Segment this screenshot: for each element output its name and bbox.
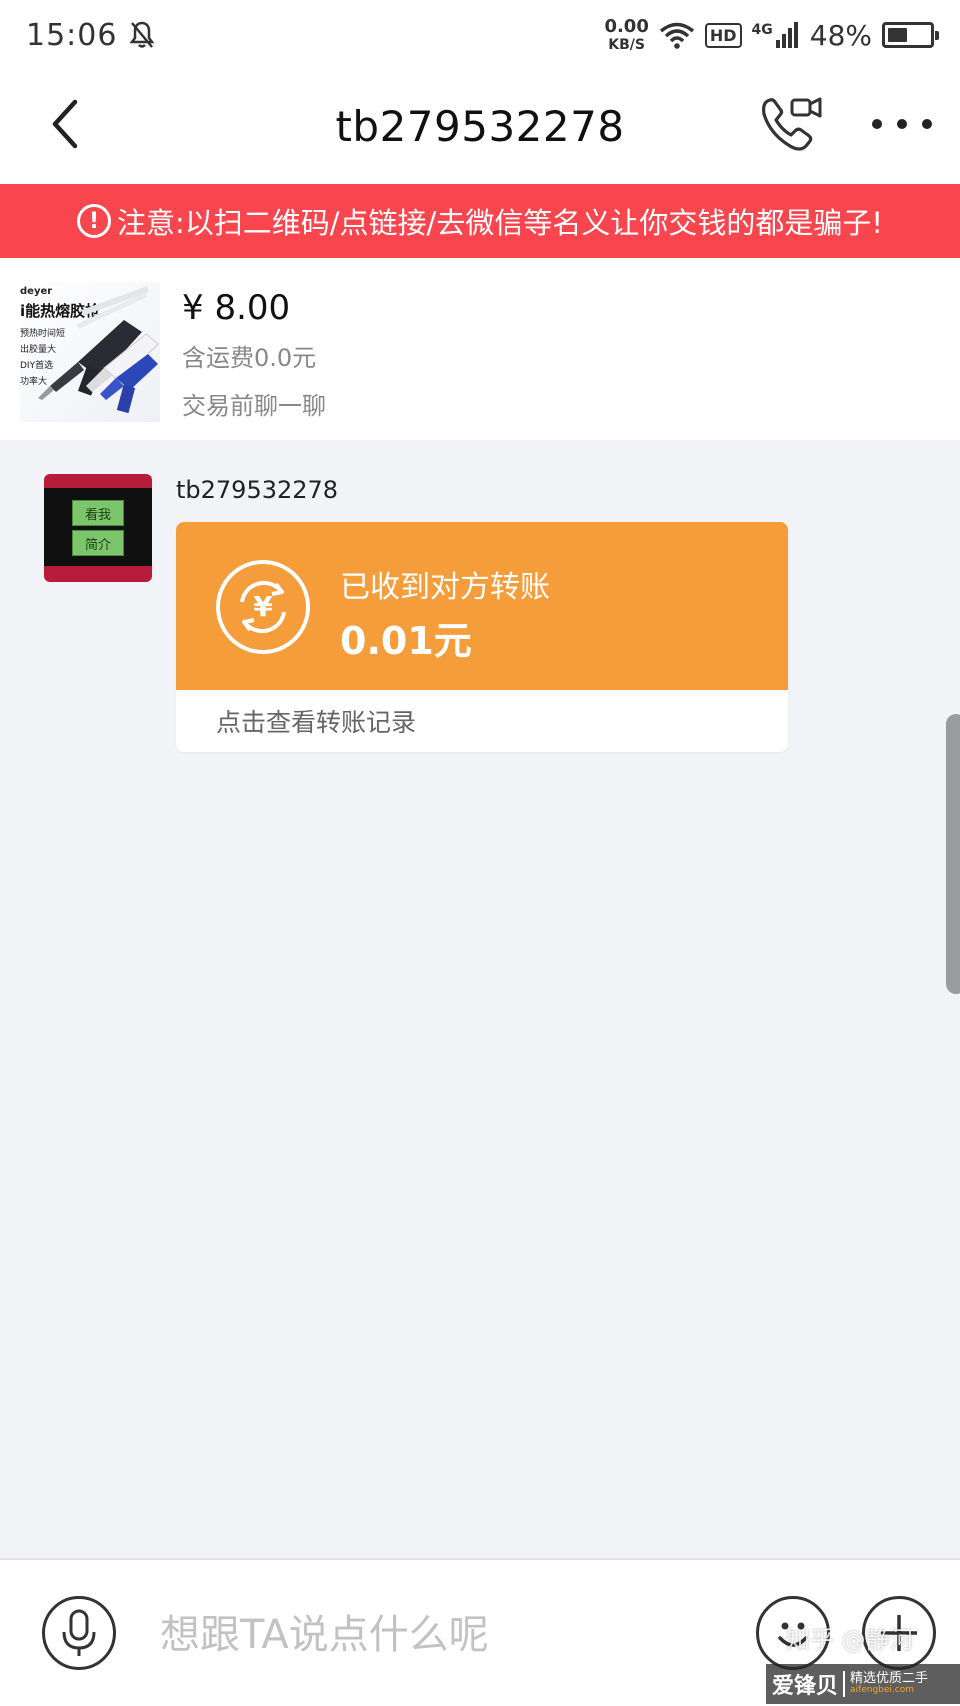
signal-bars-icon (775, 22, 798, 48)
sender-name: tb279532278 (176, 476, 339, 504)
transfer-yuan-icon: ¥ (216, 560, 310, 654)
yuan-symbol: ¥ (253, 590, 273, 623)
transfer-record-link[interactable]: 点击查看转账记录 (176, 690, 788, 752)
phone-video-icon (762, 97, 822, 151)
product-shipping: 含运费0.0元 (182, 344, 317, 372)
scroll-handle[interactable] (946, 714, 960, 994)
transfer-message[interactable]: ¥ 已收到对方转账 0.01元 点击查看转账记录 (176, 522, 788, 752)
watermark-separator (843, 1671, 846, 1697)
status-indicators: 0.00 KB/S HD 4G 48% (604, 16, 939, 53)
network-speed: 0.00 KB/S (604, 16, 649, 53)
header: tb279532278 (0, 70, 960, 184)
watermark-slogan: 精选优质二手 (850, 1671, 929, 1687)
voice-button[interactable] (42, 1596, 116, 1670)
status-time: 15:06 (26, 17, 118, 53)
transfer-header: ¥ 已收到对方转账 0.01元 (176, 522, 788, 690)
watermark-url: aifengbei.com (850, 1685, 914, 1696)
avatar[interactable]: 看我 简介 (44, 474, 152, 582)
exclamation-icon: ! (77, 204, 112, 238)
product-card[interactable]: deyer i能热熔胶枪 预热时间短 出胶量大 DIY首选 功率大 ¥ 8.00… (0, 258, 960, 440)
microphone-icon (62, 1609, 96, 1656)
watermark-logo-sub: 精选优质二手 aifengbei.com (850, 1672, 928, 1695)
product-price: ¥ 8.00 (182, 288, 291, 328)
dot-icon (922, 119, 932, 129)
network-speed-value: 0.00 (604, 16, 649, 37)
scam-warning-banner: ! 注意:以扫二维码/点链接/去微信等名义让你交钱的都是骗子! (0, 184, 960, 258)
avatar-button-label: 看我 (72, 500, 124, 526)
zhihu-watermark: 知乎 @静河 (786, 1626, 914, 1654)
product-thumbnail[interactable]: deyer i能热熔胶枪 预热时间短 出胶量大 DIY首选 功率大 (20, 282, 160, 422)
dot-icon (872, 119, 882, 129)
chat-area[interactable]: 看我 简介 tb279532278 ¥ 已收到对方转账 0.01元 点击查看转账… (0, 440, 960, 1558)
network-speed-unit: KB/S (608, 37, 645, 53)
signal-indicator: 4G (752, 22, 800, 48)
signal-label: 4G (751, 22, 773, 38)
message-input[interactable] (160, 1600, 720, 1670)
product-chat-hint: 交易前聊一聊 (182, 392, 326, 420)
hd-badge: HD (704, 22, 742, 48)
warning-text: 注意:以扫二维码/点链接/去微信等名义让你交钱的都是骗子! (117, 206, 883, 240)
transfer-amount: 0.01元 (340, 619, 472, 663)
wifi-icon (659, 22, 694, 49)
bell-muted-icon (129, 21, 155, 48)
dot-icon (897, 119, 907, 129)
status-bar: 15:06 0.00 KB/S HD 4G 48% (0, 0, 960, 70)
battery-icon (882, 22, 939, 48)
aifengbei-watermark: 爱锋贝 精选优质二手 aifengbei.com (766, 1664, 960, 1704)
watermark-logo-main: 爱锋贝 (772, 1674, 839, 1699)
avatar-button-label: 简介 (72, 530, 124, 556)
glue-gun-image (38, 286, 159, 414)
battery-percent: 48% (809, 18, 872, 52)
more-options-button[interactable] (872, 106, 932, 142)
battery-level (888, 28, 908, 42)
transfer-title: 已收到对方转账 (340, 570, 550, 605)
call-button[interactable] (758, 94, 824, 154)
